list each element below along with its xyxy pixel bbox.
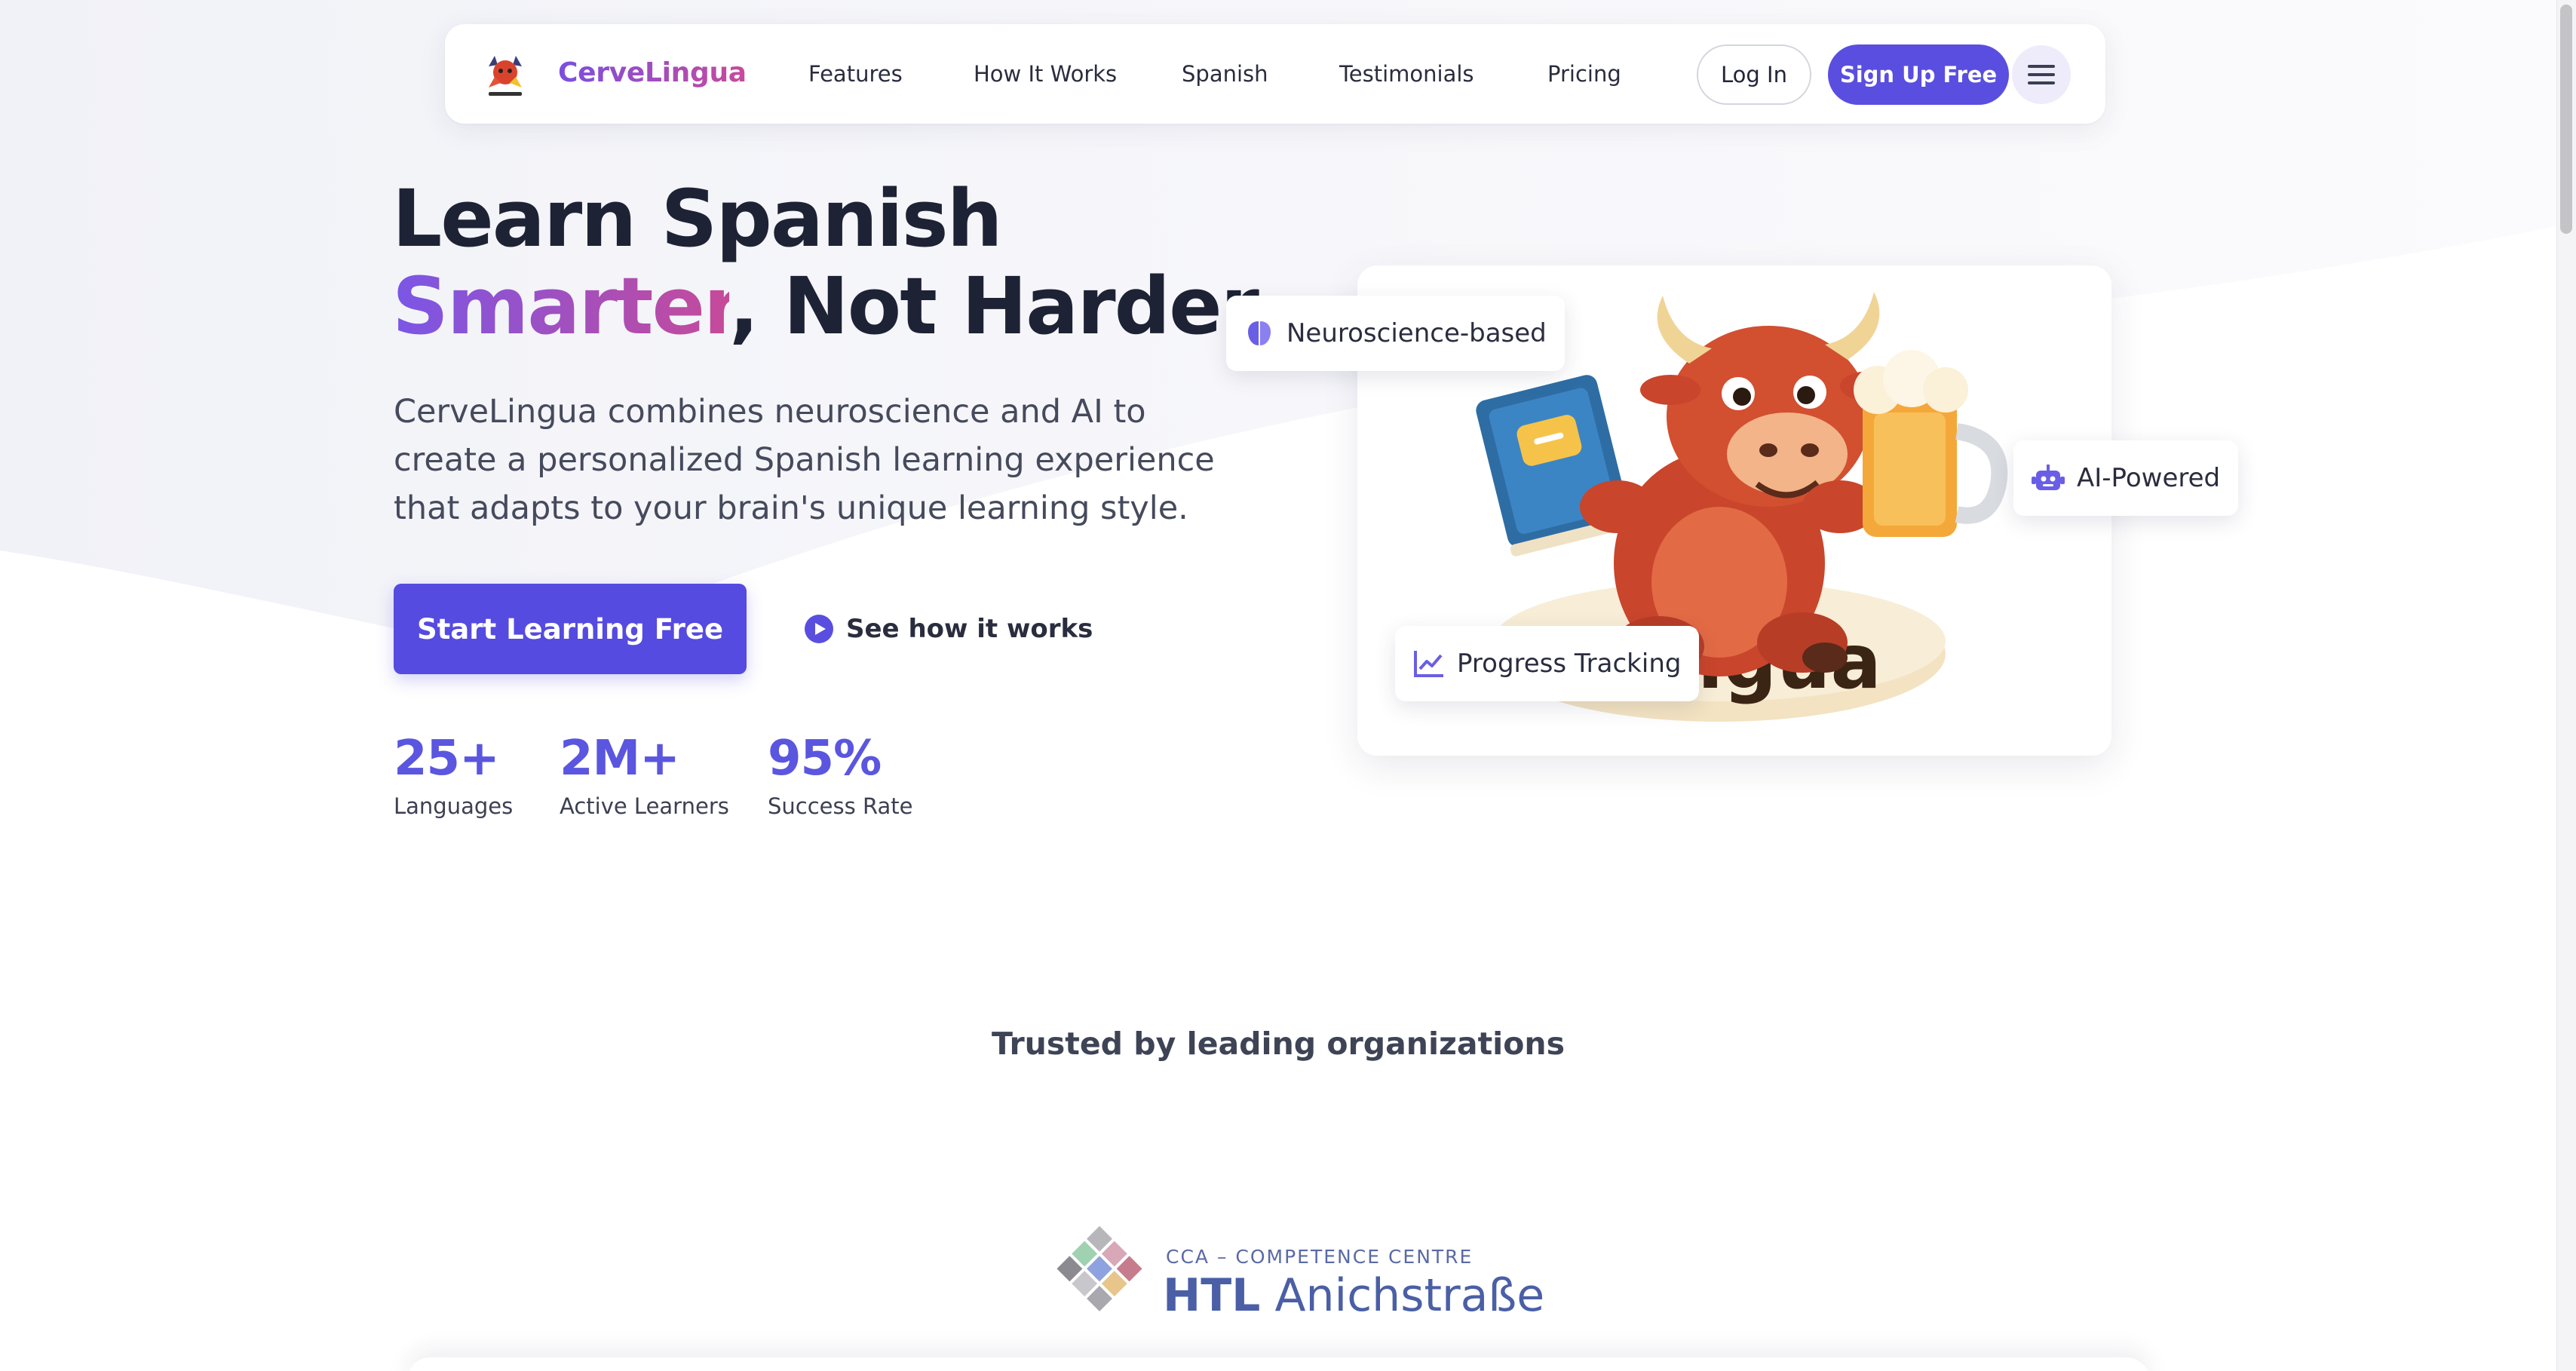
brand-name[interactable]: CerveLingua: [558, 57, 747, 88]
nav-link-spanish[interactable]: Spanish: [1182, 61, 1268, 87]
start-learning-button[interactable]: Start Learning Free: [394, 584, 747, 674]
nav-link-features[interactable]: Features: [808, 61, 903, 87]
brand-logo-icon[interactable]: [478, 47, 532, 101]
badge-progress-tracking: Progress Tracking: [1395, 626, 1700, 701]
badge-neuroscience-label: Neuroscience-based: [1286, 318, 1547, 348]
partner-name-rest: Anichstraße: [1274, 1269, 1545, 1322]
partner-name-bold: HTL: [1163, 1269, 1261, 1322]
badge-neuroscience: Neuroscience-based: [1226, 296, 1565, 371]
stat-value: 2M+: [560, 731, 680, 787]
signup-button[interactable]: Sign Up Free: [1828, 44, 2009, 105]
hero-title: Learn Spanish Smarter, Not Harder: [392, 173, 1259, 352]
stat-label: Languages: [394, 793, 514, 819]
nav-link-how-it-works[interactable]: How It Works: [974, 61, 1117, 87]
stat-languages: 25+ Languages: [394, 728, 513, 819]
see-how-it-works-label: See how it works: [846, 614, 1093, 644]
partner-name: HTL Anichstraße: [1163, 1269, 1544, 1322]
hero-title-line1: Learn Spanish: [392, 173, 1003, 265]
stat-success-rate: 95% Success Rate: [768, 728, 912, 819]
partner-subtitle: CCA – COMPETENCE CENTRE: [1166, 1246, 1474, 1268]
badge-ai-powered: AI-Powered: [2013, 440, 2239, 516]
stat-label: Success Rate: [768, 793, 913, 819]
stat-value: 25+: [394, 731, 500, 787]
hero-title-accent: Smarter: [392, 260, 731, 352]
stat-active-learners: 2M+ Active Learners: [560, 728, 729, 819]
badge-progress-tracking-label: Progress Tracking: [1457, 649, 1682, 679]
scrollbar-thumb[interactable]: [2560, 5, 2572, 234]
robot-icon: [2032, 465, 2065, 490]
stat-label: Active Learners: [560, 793, 729, 819]
nav-link-pricing[interactable]: Pricing: [1547, 61, 1621, 87]
stat-value: 95%: [768, 731, 882, 787]
see-how-it-works-link[interactable]: See how it works: [804, 609, 1093, 649]
brain-icon: [1248, 321, 1271, 345]
top-navbar: CerveLingua Features How It Works Spanis…: [445, 24, 2105, 124]
hero-title-rest: , Not Harder: [729, 260, 1259, 352]
hamburger-icon: [2028, 65, 2055, 84]
badge-ai-powered-label: AI-Powered: [2077, 463, 2221, 493]
hero-description: CerveLingua combines neuroscience and AI…: [394, 393, 1215, 527]
trusted-section-title: Trusted by leading organizations: [992, 1026, 1565, 1062]
nav-link-testimonials[interactable]: Testimonials: [1339, 61, 1474, 87]
menu-button[interactable]: [2012, 45, 2071, 104]
chart-line-icon: [1414, 651, 1443, 677]
login-button[interactable]: Log In: [1697, 44, 1811, 105]
next-section-card-edge: [407, 1357, 2149, 1371]
page-scrollbar[interactable]: [2556, 0, 2576, 1371]
play-circle-icon: [805, 615, 833, 643]
